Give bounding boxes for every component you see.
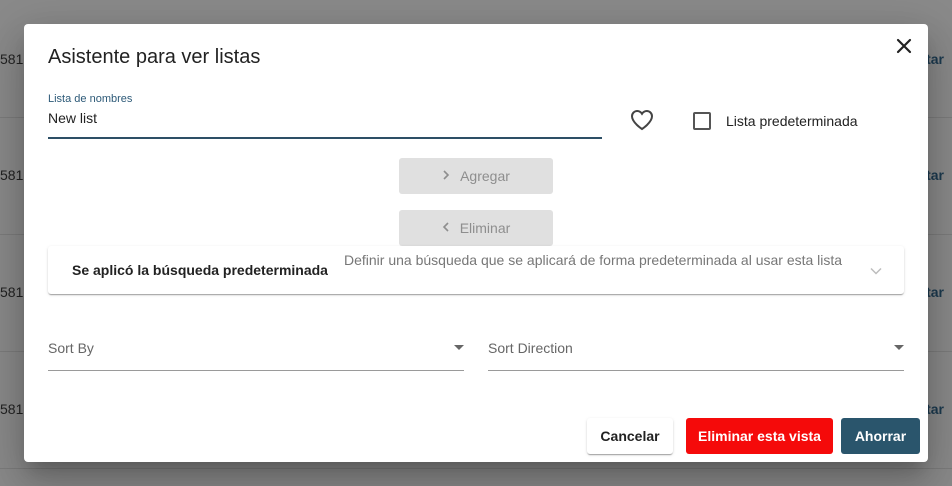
list-name-input[interactable]: New list: [48, 110, 97, 126]
cancel-button[interactable]: Cancelar: [587, 418, 673, 454]
chevron-down-icon: [870, 262, 882, 280]
default-search-title: Se aplicó la búsqueda predeterminada: [72, 262, 328, 278]
chevron-right-icon: [442, 168, 450, 185]
favorite-button[interactable]: [629, 109, 655, 135]
default-list-label[interactable]: Lista predeterminada: [726, 113, 858, 129]
dialog-title: Asistente para ver listas: [48, 46, 261, 68]
heart-outline-icon: [630, 109, 654, 136]
delete-view-button[interactable]: Eliminar esta vista: [686, 418, 833, 454]
sort-by-label: Sort By: [48, 340, 94, 356]
default-list-checkbox[interactable]: [693, 112, 711, 130]
row-action: tar: [926, 51, 944, 67]
dropdown-arrow-icon: [894, 345, 904, 350]
list-name-label: Lista de nombres: [48, 93, 133, 105]
save-button[interactable]: Ahorrar: [841, 418, 920, 454]
sort-by-select[interactable]: Sort By: [48, 334, 464, 371]
add-button-label: Agregar: [460, 168, 510, 184]
dropdown-arrow-icon: [454, 345, 464, 350]
remove-button[interactable]: Eliminar: [399, 210, 553, 246]
chevron-left-icon: [442, 220, 450, 237]
list-wizard-dialog: Asistente para ver listas Lista de nombr…: [24, 24, 928, 462]
default-search-description: Definir una búsqueda que se aplicará de …: [344, 252, 843, 268]
close-button[interactable]: [890, 34, 918, 62]
list-name-underline: [48, 137, 602, 139]
add-button[interactable]: Agregar: [399, 158, 553, 194]
remove-button-label: Eliminar: [459, 220, 511, 236]
row-action: tar: [926, 284, 944, 300]
sort-direction-select[interactable]: Sort Direction: [488, 334, 904, 371]
sort-direction-label: Sort Direction: [488, 340, 573, 356]
default-search-panel[interactable]: Se aplicó la búsqueda predeterminada Def…: [48, 246, 904, 294]
row-action: tar: [926, 167, 944, 183]
row-action: tar: [926, 401, 944, 417]
close-icon: [896, 38, 912, 59]
